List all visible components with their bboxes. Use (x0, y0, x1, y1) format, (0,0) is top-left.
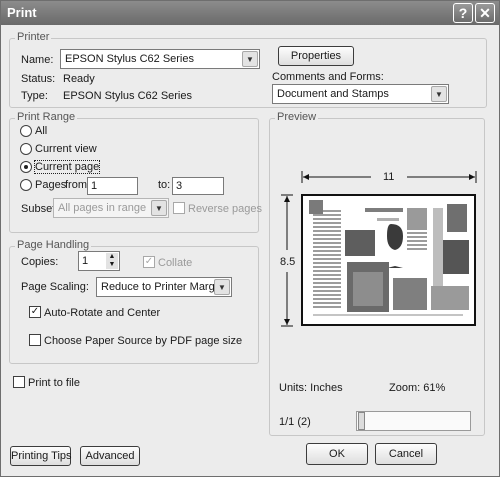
units-label: Units: Inches (279, 382, 343, 394)
type-label: Type: (21, 90, 48, 102)
preview-width-label: 11 (383, 171, 395, 183)
type-value: EPSON Stylus C62 Series (63, 90, 192, 102)
range-current-page-radio[interactable] (20, 161, 32, 173)
paper-source-checkbox[interactable] (29, 334, 41, 346)
print-dialog: Print ? ✕ Printer Name: EPSON Stylus C62… (0, 0, 500, 477)
print-to-file-checkbox[interactable] (13, 376, 25, 388)
chevron-down-icon: ▼ (242, 51, 258, 67)
reverse-pages-label[interactable]: Reverse pages (188, 203, 262, 215)
range-current-view-radio[interactable] (20, 143, 32, 155)
subset-value: All pages in range (58, 202, 147, 214)
properties-button[interactable]: Properties (278, 46, 354, 66)
subset-select[interactable]: All pages in range ▼ (53, 198, 169, 218)
printer-name-label: Name: (21, 54, 54, 66)
page-slider-thumb[interactable] (358, 412, 365, 430)
comments-value: Document and Stamps (277, 88, 389, 100)
range-from-value: 1 (91, 180, 98, 192)
page-slider[interactable] (356, 411, 471, 431)
range-to-label: to: (158, 179, 171, 191)
status-label: Status: (21, 73, 56, 85)
range-all-radio[interactable] (20, 125, 32, 137)
stepper-up-icon[interactable]: ▲ (106, 253, 118, 261)
page-scaling-label: Page Scaling: (21, 281, 89, 293)
copies-label: Copies: (21, 256, 59, 268)
help-button[interactable]: ? (453, 3, 473, 23)
comments-label: Comments and Forms: (272, 71, 384, 83)
printer-group-label: Printer (15, 31, 52, 43)
title-bar: Print ? ✕ (1, 1, 499, 25)
chevron-down-icon: ▼ (214, 279, 230, 295)
chevron-down-icon: ▼ (431, 86, 447, 102)
close-button[interactable]: ✕ (475, 3, 495, 23)
stepper-down-icon[interactable]: ▼ (106, 261, 118, 269)
range-all-label[interactable]: All (35, 125, 47, 137)
copies-value: 1 (82, 255, 89, 267)
page-scaling-select[interactable]: Reduce to Printer Margins ▼ (96, 277, 232, 297)
range-from-input[interactable]: 1 (87, 177, 138, 195)
status-value: Ready (63, 73, 95, 85)
auto-rotate-checkbox[interactable]: ✓ (29, 306, 41, 318)
paper-source-label[interactable]: Choose Paper Source by PDF page size (44, 335, 242, 347)
window-title: Print (7, 5, 37, 20)
preview-height-label: 8.5 (280, 256, 296, 268)
print-range-group-label: Print Range (15, 111, 78, 123)
collate-checkbox[interactable]: ✓ (143, 256, 155, 268)
range-current-page-label[interactable]: Current page (33, 160, 101, 174)
page-scaling-value: Reduce to Printer Margins (101, 281, 229, 293)
printing-tips-button[interactable]: Printing Tips (10, 446, 72, 466)
page-indicator: 1/1 (2) (279, 416, 311, 428)
printer-name-select[interactable]: EPSON Stylus C62 Series ▼ (60, 49, 260, 69)
auto-rotate-label[interactable]: Auto-Rotate and Center (44, 307, 160, 319)
reverse-pages-checkbox[interactable] (173, 202, 185, 214)
preview-page-thumbnail (301, 194, 476, 326)
copies-stepper[interactable]: 1 ▲ ▼ (78, 251, 120, 271)
zoom-label: Zoom: 61% (389, 382, 446, 394)
advanced-button[interactable]: Advanced (80, 446, 140, 466)
chevron-down-icon: ▼ (151, 200, 167, 216)
print-to-file-label[interactable]: Print to file (28, 377, 80, 389)
printer-name-value: EPSON Stylus C62 Series (65, 53, 194, 65)
comments-select[interactable]: Document and Stamps ▼ (272, 84, 449, 104)
range-pages-radio[interactable] (20, 179, 32, 191)
preview-group-label: Preview (275, 111, 319, 123)
range-current-view-label[interactable]: Current view (35, 143, 97, 155)
page-handling-group-label: Page Handling (15, 239, 92, 251)
range-pages-label[interactable]: Pages (35, 179, 66, 191)
page-content-image (303, 196, 474, 324)
range-to-value: 3 (176, 180, 183, 192)
ok-button[interactable]: OK (306, 443, 368, 465)
collate-label[interactable]: Collate (158, 257, 192, 269)
range-to-input[interactable]: 3 (172, 177, 224, 195)
cancel-button[interactable]: Cancel (375, 443, 437, 465)
